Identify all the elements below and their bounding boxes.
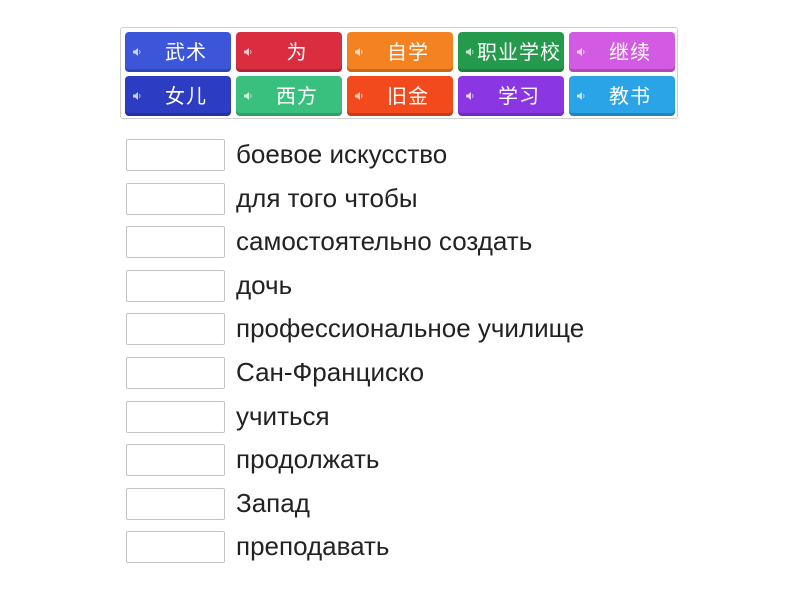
term-label: Запад xyxy=(236,487,310,518)
term-label: для того чтобы xyxy=(236,182,418,213)
tile-label: 西方 xyxy=(276,84,318,108)
speaker-icon[interactable] xyxy=(132,47,142,57)
drop-slot[interactable] xyxy=(126,356,225,389)
tile-7[interactable]: 旧金 xyxy=(347,76,453,116)
answer-row: самостоятельно создать xyxy=(126,226,726,270)
tile-label: 学习 xyxy=(498,84,540,108)
match-up-activity: 武术 为 自学 职业学校 继续 女儿 西方 旧金 学习 教书 боевое ис… xyxy=(0,0,800,600)
tile-label: 旧金 xyxy=(387,84,429,108)
drop-slot[interactable] xyxy=(126,487,225,520)
drop-slot[interactable] xyxy=(126,182,225,215)
term-label: учиться xyxy=(236,400,330,431)
answer-row: профессиональное училище xyxy=(126,313,726,357)
drop-slot[interactable] xyxy=(126,226,225,259)
tile-1[interactable]: 为 xyxy=(236,32,342,72)
answer-row: Запад xyxy=(126,487,726,532)
answer-row: боевое искусство xyxy=(126,139,726,183)
answer-list: боевое искусство для того чтобы самостоя… xyxy=(126,139,726,575)
term-label: самостоятельно создать xyxy=(236,226,533,257)
speaker-icon[interactable] xyxy=(576,91,586,101)
speaker-icon[interactable] xyxy=(243,91,253,101)
drop-slot[interactable] xyxy=(126,269,225,302)
speaker-icon[interactable] xyxy=(465,47,475,57)
drop-slot[interactable] xyxy=(126,313,225,346)
tile-label: 武术 xyxy=(165,40,207,64)
tile-label: 自学 xyxy=(387,40,429,64)
tile-2[interactable]: 自学 xyxy=(347,32,453,72)
speaker-icon[interactable] xyxy=(354,91,364,101)
term-label: дочь xyxy=(236,269,293,300)
answer-row: дочь xyxy=(126,269,726,314)
term-label: боевое искусство xyxy=(236,139,448,169)
drop-slot[interactable] xyxy=(126,531,225,564)
tile-tray: 武术 为 自学 职业学校 继续 女儿 西方 旧金 学习 教书 xyxy=(120,27,678,119)
tile-label: 为 xyxy=(286,40,308,64)
term-label: продолжать xyxy=(236,444,380,475)
speaker-icon[interactable] xyxy=(576,47,586,57)
drop-slot[interactable] xyxy=(126,444,225,477)
tile-0[interactable]: 武术 xyxy=(125,32,231,72)
tile-label: 教书 xyxy=(609,84,651,108)
tile-9[interactable]: 教书 xyxy=(569,76,675,116)
speaker-icon[interactable] xyxy=(243,47,253,57)
answer-row: Сан-Франциско xyxy=(126,356,726,401)
tile-6[interactable]: 西方 xyxy=(236,76,342,116)
tile-label: 职业学校 xyxy=(477,40,561,64)
speaker-icon[interactable] xyxy=(354,47,364,57)
answer-row: преподавать xyxy=(126,531,726,575)
tile-label: 继续 xyxy=(609,40,651,64)
drop-slot[interactable] xyxy=(126,400,225,433)
answer-row: учиться xyxy=(126,400,726,445)
term-label: профессиональное училище xyxy=(236,313,585,344)
term-label: Сан-Франциско xyxy=(236,356,425,387)
speaker-icon[interactable] xyxy=(132,91,142,101)
tile-5[interactable]: 女儿 xyxy=(125,76,231,116)
answer-row: для того чтобы xyxy=(126,182,726,227)
term-label: преподавать xyxy=(236,531,390,562)
drop-slot[interactable] xyxy=(126,139,225,171)
tile-3[interactable]: 职业学校 xyxy=(458,32,564,72)
tile-label: 女儿 xyxy=(165,84,207,108)
tile-4[interactable]: 继续 xyxy=(569,32,675,72)
answer-row: продолжать xyxy=(126,444,726,488)
tile-8[interactable]: 学习 xyxy=(458,76,564,116)
speaker-icon[interactable] xyxy=(465,91,475,101)
